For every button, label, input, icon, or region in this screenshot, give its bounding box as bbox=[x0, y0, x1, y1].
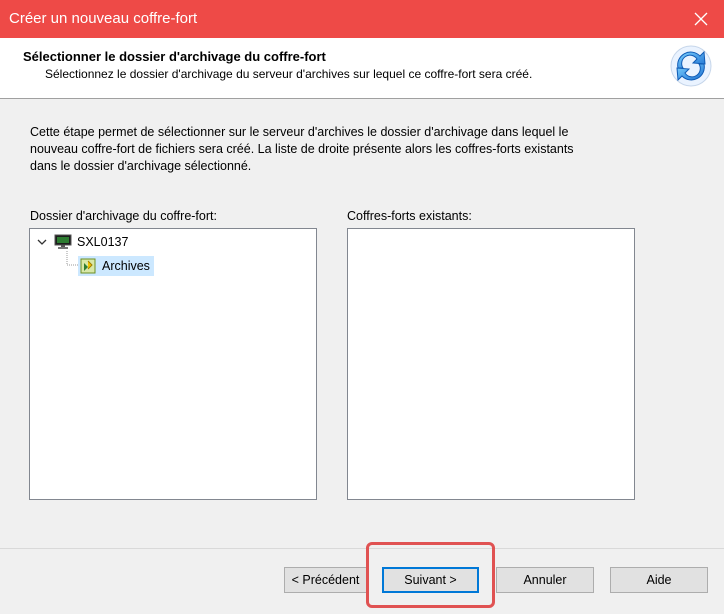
tree-node-server-label: SXL0137 bbox=[77, 235, 129, 249]
tree-node-archives-label: Archives bbox=[102, 259, 150, 273]
header-subtitle: Sélectionnez le dossier d'archivage du s… bbox=[45, 67, 533, 81]
back-button[interactable]: < Précédent bbox=[284, 567, 367, 593]
title-bar: Créer un nouveau coffre-fort bbox=[0, 0, 724, 38]
next-button[interactable]: Suivant > bbox=[382, 567, 479, 593]
header-title: Sélectionner le dossier d'archivage du c… bbox=[23, 49, 326, 64]
intro-line: dans le dossier d'archivage sélectionné. bbox=[30, 159, 252, 173]
tree-node-server[interactable]: SXL0137 bbox=[36, 234, 128, 250]
footer-divider bbox=[0, 548, 724, 549]
existing-vaults-list[interactable] bbox=[347, 228, 635, 500]
wizard-header: Sélectionner le dossier d'archivage du c… bbox=[0, 38, 724, 99]
existing-vaults-label: Coffres-forts existants: bbox=[347, 209, 472, 223]
window-title: Créer un nouveau coffre-fort bbox=[9, 10, 198, 27]
tree-node-archives[interactable]: Archives bbox=[78, 256, 154, 276]
archive-folder-icon bbox=[80, 258, 96, 274]
close-button[interactable] bbox=[678, 0, 724, 38]
close-icon bbox=[694, 12, 708, 26]
intro-line: Cette étape permet de sélectionner sur l… bbox=[30, 125, 569, 139]
cancel-button[interactable]: Annuler bbox=[496, 567, 594, 593]
monitor-icon bbox=[54, 234, 72, 249]
archive-folder-label: Dossier d'archivage du coffre-fort: bbox=[30, 209, 217, 223]
intro-text: Cette étape permet de sélectionner sur l… bbox=[30, 124, 650, 175]
archive-folder-tree[interactable]: SXL0137 Archives bbox=[29, 228, 317, 500]
intro-line: nouveau coffre-fort de fichiers sera cré… bbox=[30, 142, 574, 156]
help-button[interactable]: Aide bbox=[610, 567, 708, 593]
refresh-arrows-icon bbox=[670, 45, 712, 87]
chevron-down-icon[interactable] bbox=[36, 236, 48, 248]
